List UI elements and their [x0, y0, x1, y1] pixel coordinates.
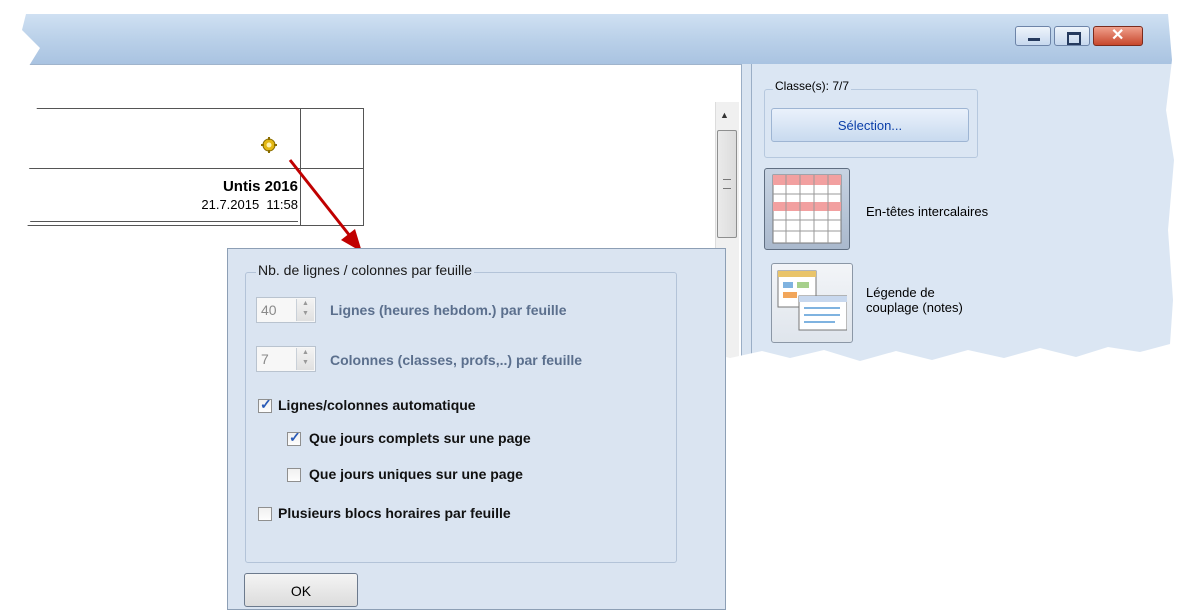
single-days-per-page-checkbox[interactable]: [287, 468, 301, 482]
columns-per-sheet-value: 7: [261, 351, 269, 367]
group-title: Nb. de lignes / colonnes par feuille: [256, 262, 475, 278]
columns-per-sheet-label: Colonnes (classes, profs,..) par feuille: [330, 352, 583, 368]
full-days-per-page-checkbox[interactable]: ✓: [287, 429, 301, 446]
multiple-time-blocks-label[interactable]: Plusieurs blocs horaires par feuille: [278, 505, 511, 521]
rows-per-sheet-value: 40: [261, 302, 277, 318]
rows-per-sheet-label: Lignes (heures hebdom.) par feuille: [330, 302, 567, 318]
auto-rows-columns-checkbox[interactable]: ✓: [258, 396, 272, 413]
rows-per-sheet-spinner[interactable]: 40 ▲ ▼: [256, 297, 316, 323]
ok-button[interactable]: OK: [244, 573, 358, 607]
spinner-arrows-icon[interactable]: ▲ ▼: [296, 299, 314, 321]
checkmark-icon: ✓: [260, 396, 272, 412]
spinner-arrows-icon[interactable]: ▲ ▼: [296, 348, 314, 370]
checkmark-icon: ✓: [289, 429, 301, 445]
columns-per-sheet-spinner[interactable]: 7 ▲ ▼: [256, 346, 316, 372]
full-days-per-page-label[interactable]: Que jours complets sur une page: [309, 430, 531, 446]
multiple-time-blocks-checkbox[interactable]: [258, 507, 272, 521]
auto-rows-columns-label[interactable]: Lignes/colonnes automatique: [278, 397, 476, 413]
single-days-per-page-label[interactable]: Que jours uniques sur une page: [309, 466, 523, 482]
